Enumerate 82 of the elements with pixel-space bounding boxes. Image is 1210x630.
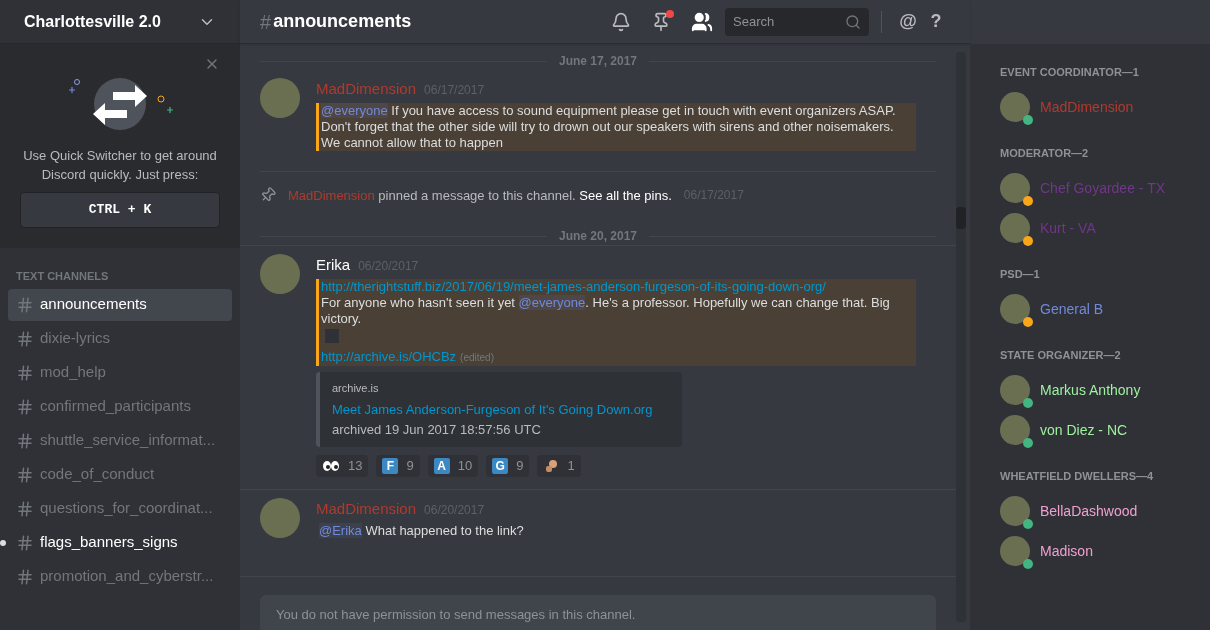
- date-divider: June 17, 2017: [558, 53, 638, 70]
- hash-icon: [16, 295, 34, 314]
- role-heading: PSD—1: [1000, 268, 1041, 281]
- channel-title: announcements: [273, 10, 412, 33]
- embed-title-link[interactable]: Meet James Anderson-Furgeson of It's Going Down.org: [332, 400, 670, 420]
- see-pins-link[interactable]: See all the pins.: [579, 187, 672, 203]
- header-button[interactable]: @: [894, 8, 922, 35]
- channel-item[interactable]: questions_for_coordinat...: [8, 492, 232, 525]
- channel-item[interactable]: dixie-lyrics: [8, 322, 232, 355]
- hash-icon: [16, 363, 34, 382]
- author-name[interactable]: Erika: [316, 254, 351, 277]
- pin-notice: MadDimension pinned a message to this channel. See all the pins.: [288, 186, 672, 205]
- letter-emoji: G: [492, 458, 509, 474]
- pin-icon[interactable]: [651, 11, 671, 32]
- member-name[interactable]: Markus Anthony: [1040, 379, 1141, 401]
- embed-provider: archive.is: [332, 380, 380, 396]
- member-avatar: [1000, 173, 1030, 203]
- message-text: @everyone If you have access to sound equipment please get in touch with event organizers ASAP. Don't forget that the other side will try to drown out our speakers with sirens and other noisemakers. We cannot allow that to happen: [321, 102, 897, 151]
- quick-switcher-text: Use Quick Switcher to get around Discord quickly. Just press:: [22, 147, 218, 184]
- header-button[interactable]: ?: [922, 8, 950, 35]
- member-avatar: [1000, 375, 1030, 405]
- image-placeholder: [325, 328, 339, 343]
- member-avatar: [1000, 415, 1030, 445]
- member-name[interactable]: Madison: [1040, 540, 1093, 562]
- member-avatar: [1000, 496, 1030, 526]
- hash-icon: [16, 329, 34, 348]
- scrollbar-thumb[interactable]: [956, 207, 966, 229]
- channel-item[interactable]: promotion_and_cyberstr...: [8, 560, 232, 593]
- role-heading: EVENT COORDINATOR—1: [1000, 66, 1140, 79]
- channel-hash: #: [260, 9, 272, 35]
- mention-link[interactable]: @everyone: [321, 102, 388, 118]
- eyes-icon: [322, 460, 340, 472]
- embed-description: archived 19 Jun 2017 18:57:56 UTC: [332, 420, 542, 439]
- category-label: TEXT CHANNELS: [15, 269, 110, 284]
- user-avatar: [260, 78, 300, 118]
- hash-icon: [16, 465, 34, 484]
- search-field[interactable]: Search: [725, 7, 869, 36]
- hash-icon: [16, 431, 34, 450]
- channel-item[interactable]: shuttle_service_informat...: [8, 424, 232, 457]
- url-link[interactable]: http://archive.is/OHCBz: [321, 348, 457, 364]
- reaction-button[interactable]: 13: [316, 455, 369, 477]
- message-text: For anyone who hasn't seen it yet @everyone. He's a professor. Hopefully we can change that. Big victory.: [321, 294, 891, 327]
- member-avatar: [1000, 213, 1030, 243]
- url-link[interactable]: http://therightstuff.biz/2017/06/19/meet-james-anderson-furgeson-of-its-going-down-org/: [321, 278, 826, 294]
- member-name[interactable]: BellaDashwood: [1040, 500, 1138, 522]
- member-name[interactable]: von Diez - NC: [1040, 419, 1128, 441]
- hash-icon: [16, 533, 34, 552]
- member-name[interactable]: General B: [1040, 298, 1104, 320]
- message-input[interactable]: You do not have permission to send messages in this channel.: [260, 595, 936, 630]
- bell-icon[interactable]: [611, 11, 631, 32]
- message-text: @Erika What happened to the link?: [319, 522, 525, 539]
- member-avatar: [1000, 294, 1030, 324]
- hand-emoji-icon: [543, 458, 560, 474]
- reaction-button[interactable]: A 10: [427, 455, 479, 477]
- reaction-button[interactable]: 1: [537, 455, 581, 477]
- role-heading: STATE ORGANIZER—2: [1000, 349, 1122, 362]
- role-heading: WHEATFIELD DWELLERS—4: [1000, 470, 1155, 483]
- members-icon[interactable]: [691, 10, 713, 33]
- mention-link[interactable]: @Erika: [319, 522, 362, 538]
- hash-icon: [16, 499, 34, 518]
- reaction-button[interactable]: G 9: [486, 455, 530, 477]
- user-avatar: [260, 254, 300, 294]
- role-heading: MODERATOR—2: [1000, 147, 1090, 160]
- member-avatar: [1000, 536, 1030, 566]
- hash-icon: [16, 567, 34, 586]
- channel-item[interactable]: mod_help: [8, 356, 232, 389]
- channel-item[interactable]: flags_banners_signs: [8, 526, 232, 559]
- shortcut-key: CTRL + K: [20, 192, 220, 228]
- date-divider: June 20, 2017: [558, 228, 638, 245]
- letter-emoji: F: [382, 458, 399, 474]
- letter-emoji: A: [433, 458, 450, 474]
- channel-item[interactable]: confirmed_participants: [8, 390, 232, 423]
- reaction-button[interactable]: F 9: [376, 455, 420, 477]
- member-avatar: [1000, 92, 1030, 122]
- search-icon: [845, 13, 861, 30]
- member-name[interactable]: MadDimension: [1040, 96, 1134, 118]
- hash-icon: [16, 397, 34, 416]
- channel-item[interactable]: code_of_conduct: [8, 458, 232, 491]
- edited-label: (edited): [460, 351, 494, 363]
- user-avatar: [260, 498, 300, 538]
- channel-item[interactable]: announcements: [8, 288, 232, 321]
- server-name[interactable]: Charlottesville 2.0: [24, 9, 161, 34]
